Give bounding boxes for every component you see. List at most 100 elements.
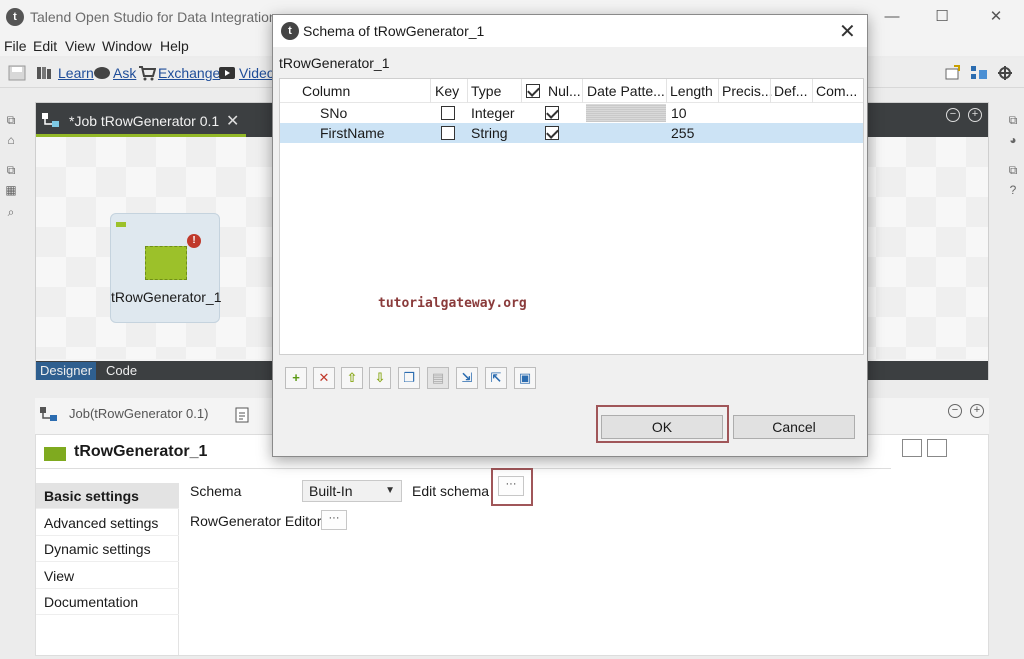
minimize-view-icon[interactable]: − (948, 404, 962, 418)
chevron-down-icon: ▼ (385, 485, 395, 496)
paste-icon[interactable]: ▤ (427, 367, 449, 389)
video-icon[interactable] (218, 65, 236, 81)
date-pattern-cell[interactable] (586, 104, 666, 122)
cell-column[interactable]: SNo (320, 105, 347, 121)
edit-schema-button[interactable]: ··· (498, 476, 524, 496)
row-generator-icon (145, 246, 187, 280)
close-tab-icon[interactable]: ✕ (226, 111, 239, 131)
layout-grid-icon[interactable] (902, 439, 922, 457)
export-icon[interactable]: ⇱ (485, 367, 507, 389)
ask-icon[interactable] (93, 65, 111, 81)
nav-view[interactable]: View (36, 563, 179, 589)
row-generator-editor-button[interactable]: ··· (321, 510, 347, 530)
maximize-view-icon[interactable]: + (968, 108, 982, 122)
col-header-comment[interactable]: Com... (816, 83, 860, 99)
col-header-date-pattern[interactable]: Date Patte... (587, 83, 667, 99)
menu-window[interactable]: Window (102, 38, 152, 54)
save-icon[interactable]: ▣ (514, 367, 536, 389)
learn-link[interactable]: Learn (58, 65, 94, 81)
schema-value: Built-In (309, 483, 353, 499)
home-icon[interactable]: ⌂ (2, 133, 20, 147)
restore-icon[interactable]: ⧉ (2, 113, 20, 127)
ask-link[interactable]: Ask (113, 65, 136, 81)
nullable-checkbox[interactable] (545, 106, 559, 120)
schema-select[interactable]: Built-In ▼ (302, 480, 402, 502)
col-header-default[interactable]: Def... (774, 83, 812, 99)
nav-documentation[interactable]: Documentation (36, 589, 179, 615)
plus-icon[interactable]: + (285, 367, 307, 389)
table-row[interactable]: SNo Integer 10 (280, 103, 863, 123)
menu-file[interactable]: File (4, 38, 27, 54)
close-dialog-icon[interactable]: ✕ (839, 19, 856, 44)
nav-advanced-settings[interactable]: Advanced settings (36, 510, 179, 536)
perspective-icon[interactable] (944, 65, 962, 81)
move-up-icon[interactable]: ⇧ (341, 367, 363, 389)
learn-icon[interactable] (36, 65, 54, 81)
cancel-button[interactable]: Cancel (733, 415, 855, 439)
delete-icon[interactable]: ✕ (313, 367, 335, 389)
component-view-tab[interactable]: Job(tRowGenerator 0.1) (69, 406, 208, 421)
cell-column[interactable]: FirstName (320, 125, 385, 141)
nullable-checkbox[interactable] (545, 126, 559, 140)
menu-view[interactable]: View (65, 38, 95, 54)
ok-button[interactable]: OK (601, 415, 723, 439)
integration-perspective-icon[interactable] (970, 65, 988, 81)
debug-perspective-icon[interactable] (996, 65, 1014, 81)
col-header-type[interactable]: Type (471, 83, 521, 99)
help-icon[interactable]: ? (1004, 183, 1022, 197)
search-icon[interactable]: ⌕ (2, 205, 20, 219)
restore-icon[interactable]: ⧉ (2, 163, 20, 177)
minimize-button[interactable]: — (880, 6, 904, 28)
talend-logo-icon: t (281, 22, 299, 40)
tab-designer[interactable]: Designer (36, 362, 97, 380)
col-header-precision[interactable]: Precis... (722, 83, 772, 99)
copy-icon[interactable]: ❐ (398, 367, 420, 389)
maximize-button[interactable]: ☐ (930, 6, 954, 28)
cart-icon[interactable] (138, 65, 156, 81)
component-label: tRowGenerator_1 (111, 289, 222, 305)
cell-type[interactable]: String (471, 125, 508, 141)
column-divider (812, 79, 813, 103)
watermark-text: tutorialgateway.org (378, 296, 527, 311)
run-job-icon[interactable] (234, 406, 252, 424)
col-header-length[interactable]: Length (670, 83, 722, 99)
cell-length[interactable]: 10 (671, 105, 687, 121)
nullable-all-checkbox[interactable] (526, 84, 540, 98)
table-row[interactable]: FirstName String 255 (280, 123, 863, 143)
menu-edit[interactable]: Edit (33, 38, 57, 54)
cell-length[interactable]: 255 (671, 125, 694, 141)
dialog-title-bar: t Schema of tRowGenerator_1 ✕ (273, 15, 867, 47)
menu-help[interactable]: Help (160, 38, 189, 54)
save-all-icon[interactable] (8, 65, 26, 81)
layout-rows-icon[interactable] (927, 439, 947, 457)
dialog-title: Schema of tRowGenerator_1 (303, 23, 485, 39)
table-header: Column Key Type Nul... Date Patte... Len… (280, 79, 863, 103)
minimize-view-icon[interactable]: − (946, 108, 960, 122)
component-header: tRowGenerator_1 (74, 443, 208, 460)
job-icon (40, 407, 57, 421)
trowgenerator-component[interactable]: ! tRowGenerator_1 (110, 213, 222, 323)
header-divider (36, 468, 891, 469)
move-down-icon[interactable]: ⇩ (369, 367, 391, 389)
nav-basic-settings[interactable]: Basic settings (36, 483, 179, 509)
cell-type[interactable]: Integer (471, 105, 515, 121)
job-tab[interactable]: *Job tRowGenerator 0.1 ✕ (36, 103, 246, 137)
job-icon (42, 113, 59, 127)
palette-icon[interactable]: ◕ (1004, 133, 1022, 147)
col-header-key[interactable]: Key (435, 83, 469, 99)
tab-code[interactable]: Code (102, 362, 141, 380)
maximize-view-icon[interactable]: + (970, 404, 984, 418)
exchange-link[interactable]: Exchange (158, 65, 220, 81)
restore-icon[interactable]: ⧉ (1004, 163, 1022, 177)
settings-nav: Basic settings Advanced settings Dynamic… (36, 483, 179, 655)
restore-icon[interactable]: ⧉ (1004, 113, 1022, 127)
dialog-subtitle: tRowGenerator_1 (279, 55, 390, 71)
repository-icon[interactable]: ▦ (2, 183, 20, 197)
nav-dynamic-settings[interactable]: Dynamic settings (36, 536, 179, 562)
import-icon[interactable]: ⇲ (456, 367, 478, 389)
close-window-button[interactable]: ✕ (984, 6, 1008, 28)
col-header-column[interactable]: Column (302, 83, 422, 99)
key-checkbox[interactable] (441, 106, 455, 120)
key-checkbox[interactable] (441, 126, 455, 140)
col-header-nullable[interactable]: Nul... (548, 83, 580, 99)
